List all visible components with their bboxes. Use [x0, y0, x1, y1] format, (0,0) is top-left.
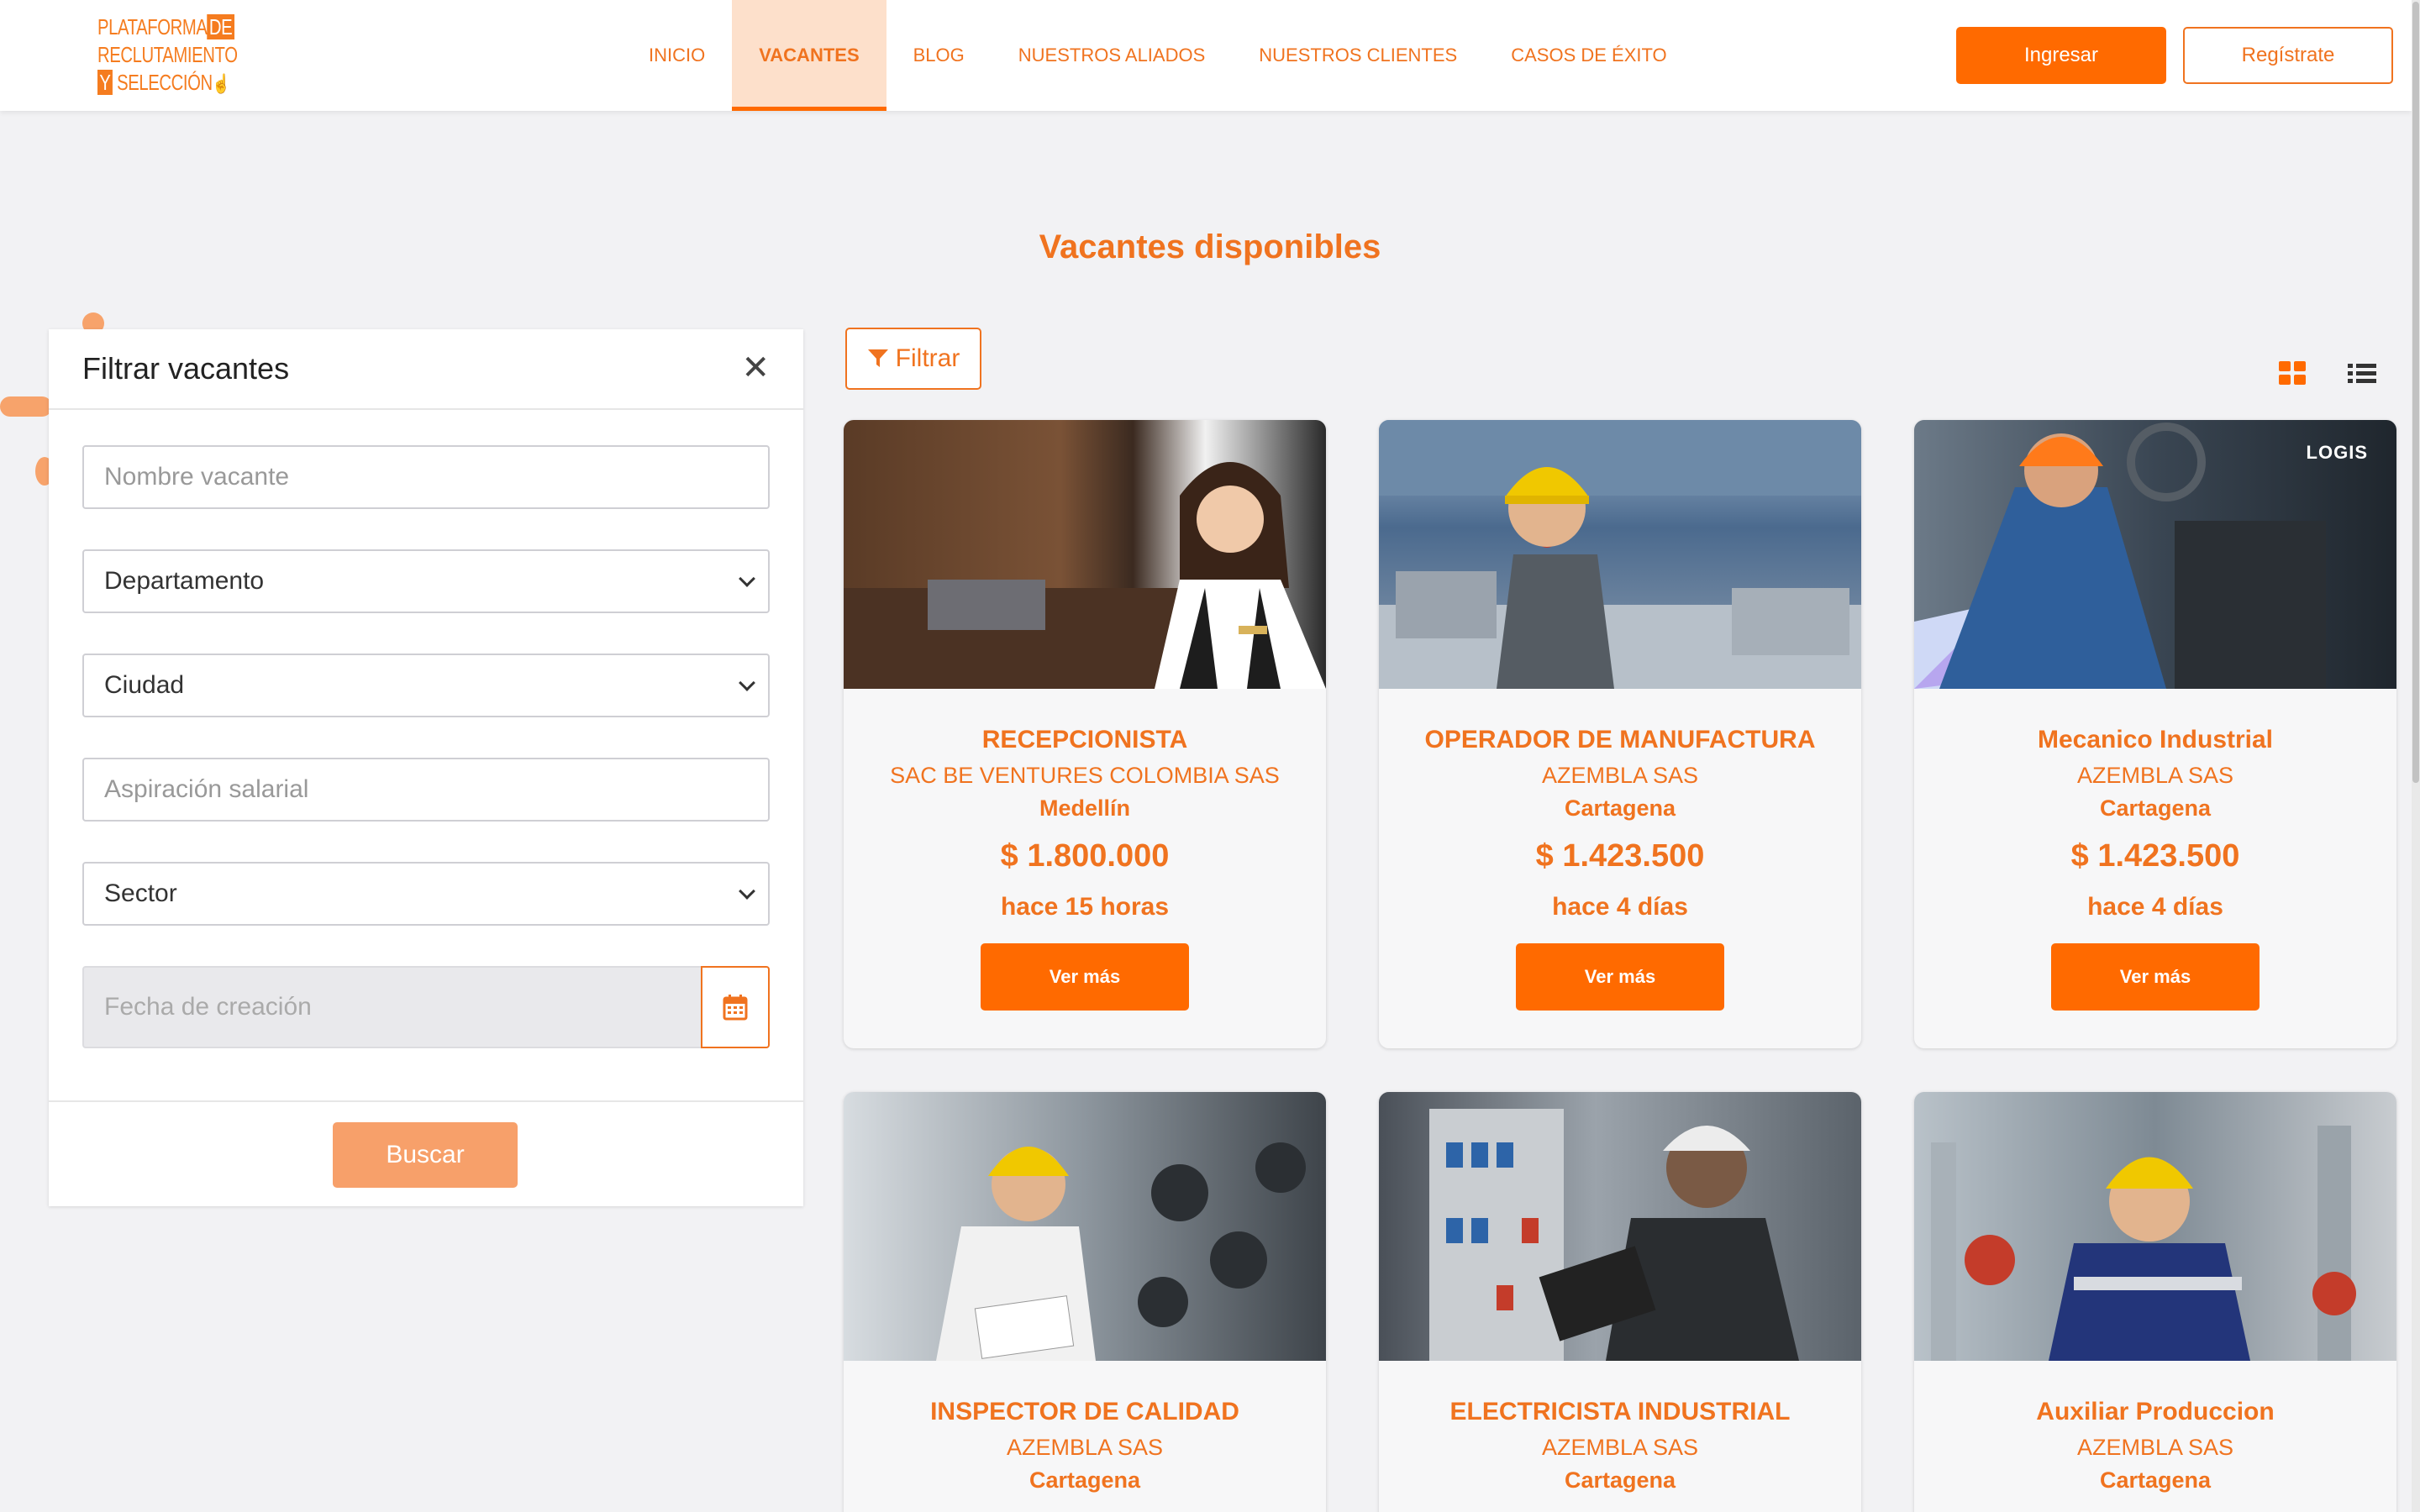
vacancy-title[interactable]: ELECTRICISTA INDUSTRIAL	[1379, 1398, 1861, 1426]
platform-logo[interactable]: PLATAFORMADE RECLUTAMIENTO Y SELECCIÓN☝	[97, 13, 249, 97]
vacancy-posted-time: hace 4 días	[1552, 893, 1688, 921]
nav-item-inicio[interactable]: INICIO	[622, 0, 732, 111]
funnel-icon	[867, 349, 888, 367]
production-assistant-illustration	[1931, 1126, 2356, 1361]
vacancy-company: AZEMBLA SAS	[1541, 1435, 1699, 1460]
vacancy-city: Cartagena	[1028, 1467, 1141, 1493]
filter-panel-title: Filtrar vacantes	[82, 351, 290, 386]
vacancy-photo	[844, 1092, 1326, 1361]
vacancy-city: Medellín	[1039, 795, 1130, 821]
sector-select-value: Sector	[104, 879, 177, 907]
vacancy-card[interactable]: RECEPCIONISTA SAC BE VENTURES COLOMBIA S…	[844, 420, 1326, 1048]
vacancy-title[interactable]: Mecanico Industrial	[1914, 726, 2396, 754]
vacancy-salary: $ 1.423.500	[1535, 838, 1705, 874]
decorative-blob	[0, 396, 52, 417]
close-icon[interactable]: ✕	[741, 351, 770, 385]
vacancy-card[interactable]: INSPECTOR DE CALIDAD AZEMBLA SAS Cartage…	[844, 1092, 1326, 1512]
vacancy-card[interactable]: ELECTRICISTA INDUSTRIAL AZEMBLA SAS Cart…	[1379, 1092, 1861, 1512]
quality-inspector-illustration	[936, 1142, 1306, 1361]
salary-input[interactable]: Aspiración salarial	[82, 758, 770, 822]
vacancy-title[interactable]: OPERADOR DE MANUFACTURA	[1379, 726, 1861, 754]
filter-panel-divider	[49, 1100, 803, 1102]
creation-date-input[interactable]: Fecha de creación	[82, 966, 702, 1048]
scrollbar-thumb[interactable]	[2412, 2, 2419, 783]
vacancy-company: AZEMBLA SAS	[1006, 1435, 1164, 1460]
factory-worker-illustration	[1379, 420, 1861, 689]
main-nav: INICIO VACANTES BLOG NUESTROS ALIADOS NU…	[622, 0, 1694, 111]
list-view-icon[interactable]	[2348, 363, 2376, 385]
vacancy-title[interactable]: INSPECTOR DE CALIDAD	[844, 1398, 1326, 1426]
vacancy-card[interactable]: Auxiliar Produccion AZEMBLA SAS Cartagen…	[1914, 1092, 2396, 1512]
chevron-down-icon	[739, 570, 755, 587]
page-scrollbar[interactable]	[2412, 0, 2420, 1512]
nav-item-clientes[interactable]: NUESTROS CLIENTES	[1232, 0, 1484, 111]
calendar-icon	[723, 995, 748, 1021]
filter-toggle-button[interactable]: Filtrar	[845, 328, 981, 390]
chevron-down-icon	[739, 675, 755, 691]
receptionist-illustration	[844, 462, 1326, 689]
pointer-icon: ☝	[212, 73, 230, 94]
logo-line-1-box: DE	[207, 14, 234, 39]
sector-select[interactable]: Sector	[82, 862, 770, 926]
date-picker-button[interactable]	[701, 966, 770, 1048]
logo-line-1: PLATAFORMA	[97, 14, 208, 39]
vacancy-company: AZEMBLA SAS	[2076, 763, 2234, 788]
vacancy-title[interactable]: RECEPCIONISTA	[844, 726, 1326, 754]
vacancy-photo	[1379, 420, 1861, 689]
department-select-value: Departamento	[104, 567, 265, 595]
vacancy-photo	[1914, 1092, 2396, 1361]
vacancy-company: SAC BE VENTURES COLOMBIA SAS	[890, 763, 1280, 788]
login-button[interactable]: Ingresar	[1956, 27, 2166, 84]
nav-item-casos-exito[interactable]: CASOS DE ÉXITO	[1484, 0, 1693, 111]
vacancy-salary: $ 1.800.000	[1000, 838, 1170, 874]
vacancy-name-input[interactable]: Nombre vacante	[82, 445, 770, 509]
nav-item-aliados[interactable]: NUESTROS ALIADOS	[992, 0, 1233, 111]
vacancy-posted-time: hace 15 horas	[1000, 893, 1170, 921]
nav-item-vacantes[interactable]: VACANTES	[732, 0, 886, 111]
logo-line-2: RECLUTAMIENTO	[97, 42, 238, 67]
vacancy-city: Cartagena	[1564, 1467, 1676, 1493]
vacancy-card[interactable]: OPERADOR DE MANUFACTURA AZEMBLA SAS Cart…	[1379, 420, 1861, 1048]
see-more-button[interactable]: Ver más	[1516, 943, 1724, 1011]
vacancy-company: AZEMBLA SAS	[1541, 763, 1699, 788]
nav-item-blog[interactable]: BLOG	[886, 0, 992, 111]
see-more-button[interactable]: Ver más	[2051, 943, 2260, 1011]
electrician-illustration	[1429, 1109, 1799, 1361]
vacancy-salary: $ 1.423.500	[2070, 838, 2240, 874]
vacancy-photo	[844, 420, 1326, 689]
logis-badge: LOGIS	[2306, 442, 2368, 463]
search-button[interactable]: Buscar	[333, 1122, 518, 1188]
page-title: Vacantes disponibles	[1039, 228, 1381, 265]
vacancy-city: Cartagena	[2099, 795, 2212, 821]
department-select[interactable]: Departamento	[82, 549, 770, 613]
filter-toggle-label: Filtrar	[895, 344, 960, 372]
logo-line-3: SELECCIÓN	[117, 70, 213, 95]
vacancy-city: Cartagena	[2099, 1467, 2212, 1493]
vacancy-title[interactable]: Auxiliar Produccion	[1914, 1398, 2396, 1426]
see-more-button[interactable]: Ver más	[981, 943, 1189, 1011]
grid-view-icon[interactable]	[2279, 361, 2306, 385]
chevron-down-icon	[739, 883, 755, 900]
vacancy-posted-time: hace 4 días	[2087, 893, 2223, 921]
vacancy-city: Cartagena	[1564, 795, 1676, 821]
vacancy-company: AZEMBLA SAS	[2076, 1435, 2234, 1460]
register-button[interactable]: Regístrate	[2183, 27, 2393, 84]
logo-line-3-box: Y	[97, 70, 113, 95]
vacancy-photo: LOGIS	[1914, 420, 2396, 689]
top-header: PLATAFORMADE RECLUTAMIENTO Y SELECCIÓN☝ …	[0, 0, 2412, 111]
filter-panel: Filtrar vacantes ✕ Nombre vacante Depart…	[49, 329, 803, 1206]
vacancy-card[interactable]: LOGIS Mecanico Industrial AZEMBLA SAS Ca…	[1914, 420, 2396, 1048]
vacancy-photo	[1379, 1092, 1861, 1361]
city-select-value: Ciudad	[104, 671, 185, 699]
filter-panel-header: Filtrar vacantes ✕	[49, 329, 803, 410]
city-select[interactable]: Ciudad	[82, 654, 770, 717]
